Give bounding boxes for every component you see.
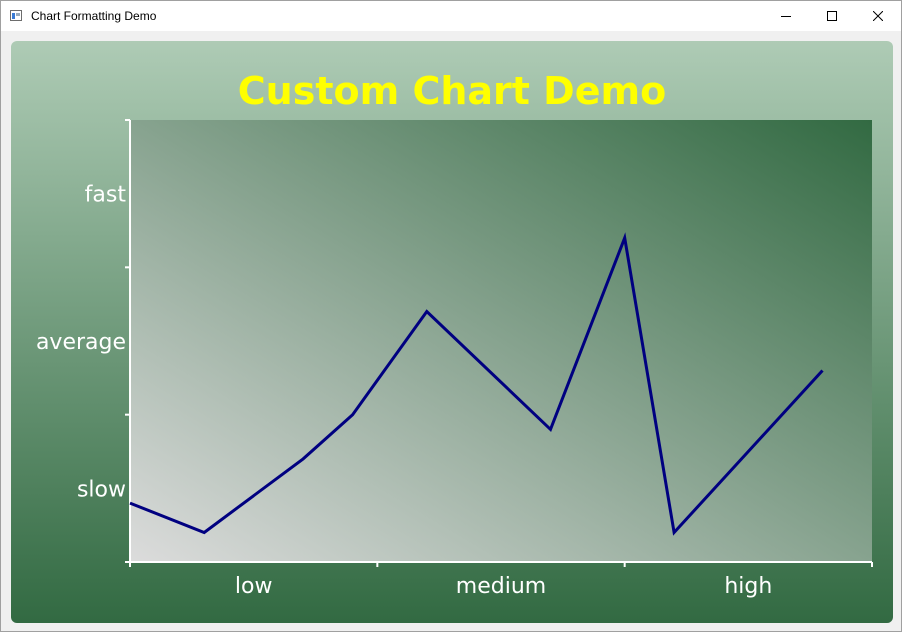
- close-button[interactable]: [855, 1, 901, 31]
- app-icon: [10, 10, 22, 21]
- y-tick-label: average: [36, 330, 126, 355]
- window-title: Chart Formatting Demo: [31, 9, 157, 23]
- application-window: Chart Formatting Demo Custom Chart Demo …: [0, 0, 902, 632]
- maximize-icon: [827, 11, 837, 21]
- y-tick-label: fast: [85, 183, 127, 208]
- plot-area: [130, 120, 872, 562]
- chart: Custom Chart Demo slow average fast low med…: [11, 41, 893, 623]
- x-tick-label: low: [235, 574, 273, 599]
- close-icon: [873, 11, 883, 21]
- chart-title: Custom Chart Demo: [238, 69, 666, 113]
- chart-view[interactable]: Custom Chart Demo slow average fast low med…: [11, 41, 893, 623]
- y-tick-label: slow: [77, 477, 126, 502]
- title-bar[interactable]: Chart Formatting Demo: [1, 1, 901, 31]
- x-tick-label: high: [724, 574, 772, 599]
- x-tick-label: medium: [456, 574, 546, 599]
- minimize-icon: [781, 16, 791, 17]
- minimize-button[interactable]: [763, 1, 809, 31]
- maximize-button[interactable]: [809, 1, 855, 31]
